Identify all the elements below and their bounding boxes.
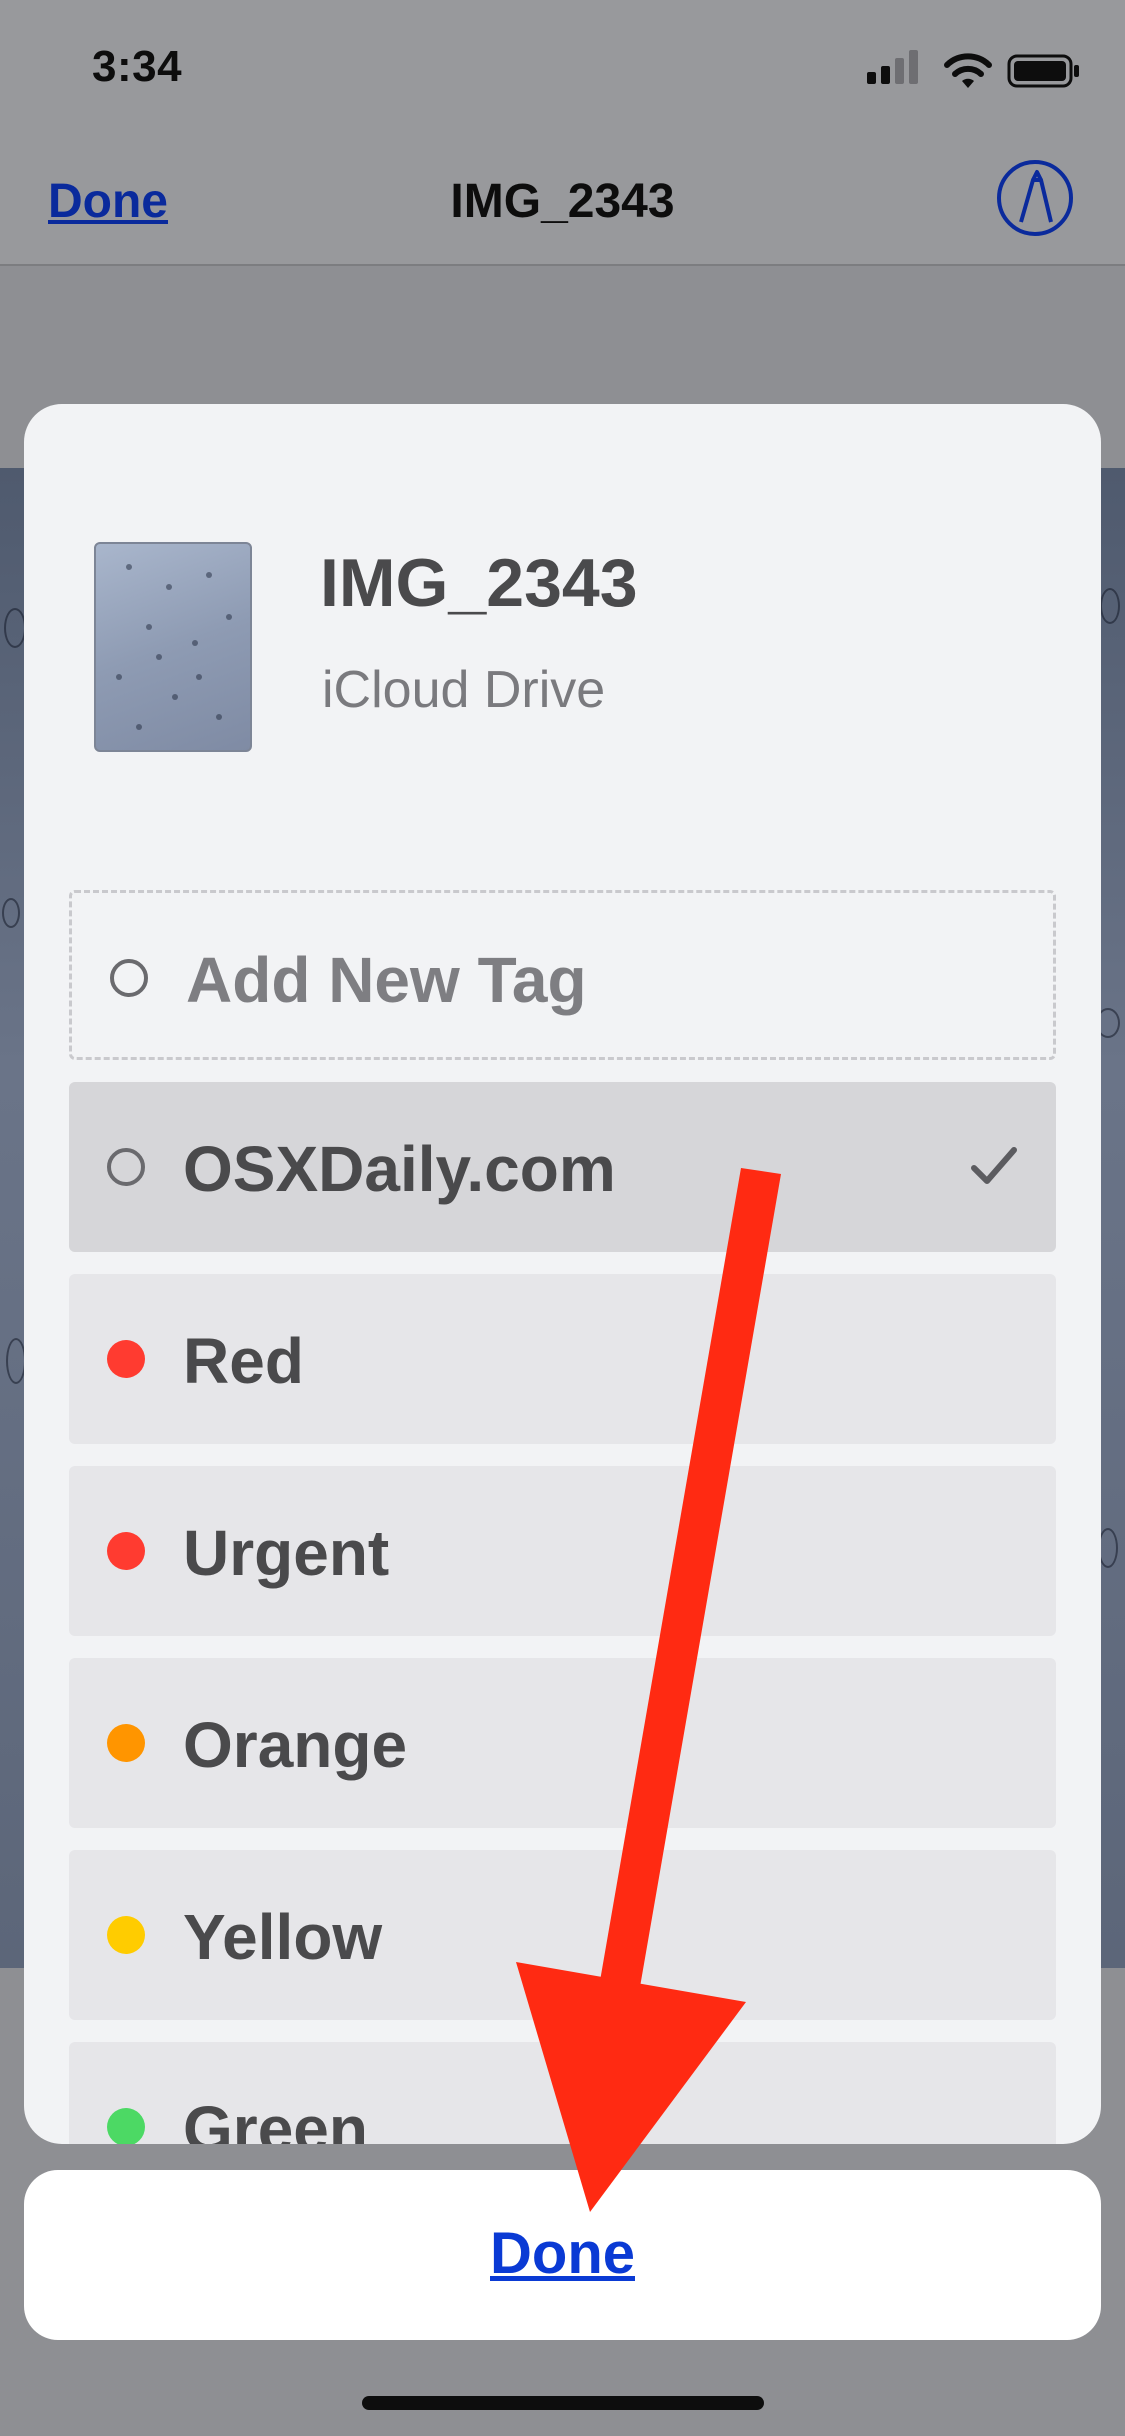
- wifi-icon: [944, 53, 992, 88]
- file-thumbnail: [94, 542, 252, 752]
- tag-circle-icon: [110, 959, 148, 997]
- green-dot-icon: [107, 2108, 145, 2144]
- done-button[interactable]: Done: [24, 2220, 1101, 2287]
- tag-label: Urgent: [183, 1517, 390, 1589]
- file-location: iCloud Drive: [322, 661, 606, 719]
- orange-dot-icon: [107, 1724, 145, 1762]
- tag-row-orange[interactable]: Orange: [69, 1658, 1056, 1828]
- file-name: IMG_2343: [320, 545, 638, 621]
- status-time: 3:34: [92, 42, 183, 91]
- markup-icon[interactable]: [995, 158, 1075, 238]
- navigation-bar: Done IMG_2343: [0, 132, 1125, 266]
- tag-circle-icon: [107, 1148, 145, 1186]
- tag-label: Add New Tag: [186, 944, 587, 1016]
- tag-row-green[interactable]: Green: [69, 2042, 1056, 2144]
- status-bar: 3:34: [0, 0, 1125, 132]
- done-card: Done: [24, 2170, 1101, 2340]
- yellow-dot-icon: [107, 1916, 145, 1954]
- tag-label: Yellow: [183, 1901, 383, 1973]
- tag-row-yellow[interactable]: Yellow: [69, 1850, 1056, 2020]
- cellular-signal-icon: [867, 50, 921, 90]
- tag-label: Green: [183, 2093, 368, 2144]
- nav-title: IMG_2343: [450, 175, 675, 228]
- tag-row-urgent[interactable]: Urgent: [69, 1466, 1056, 1636]
- tags-sheet: IMG_2343 iCloud Drive Add New Tag OSXDai…: [24, 404, 1101, 2144]
- checkmark-icon: [971, 1147, 1017, 1184]
- add-new-tag-row[interactable]: Add New Tag: [69, 890, 1056, 1060]
- tag-label: OSXDaily.com: [183, 1133, 616, 1205]
- red-dot-icon: [107, 1340, 145, 1378]
- tag-label: Red: [183, 1325, 304, 1397]
- battery-icon: [1007, 54, 1079, 88]
- tag-row-osxdaily[interactable]: OSXDaily.com: [69, 1082, 1056, 1252]
- home-indicator[interactable]: [362, 2396, 764, 2410]
- tag-row-red[interactable]: Red: [69, 1274, 1056, 1444]
- red-dot-icon: [107, 1532, 145, 1570]
- tag-label: Orange: [183, 1709, 408, 1781]
